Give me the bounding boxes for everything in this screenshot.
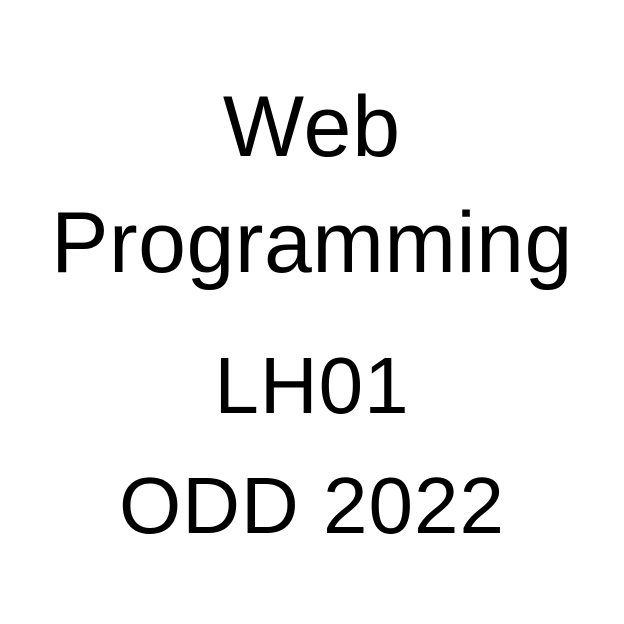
class-code: LH01 bbox=[214, 341, 410, 430]
title-card: Web Programming LH01 ODD 2022 bbox=[0, 0, 624, 624]
title-line-web: Web bbox=[222, 79, 402, 175]
title-line-programming: Programming bbox=[51, 195, 573, 291]
semester-label: ODD 2022 bbox=[119, 461, 505, 550]
